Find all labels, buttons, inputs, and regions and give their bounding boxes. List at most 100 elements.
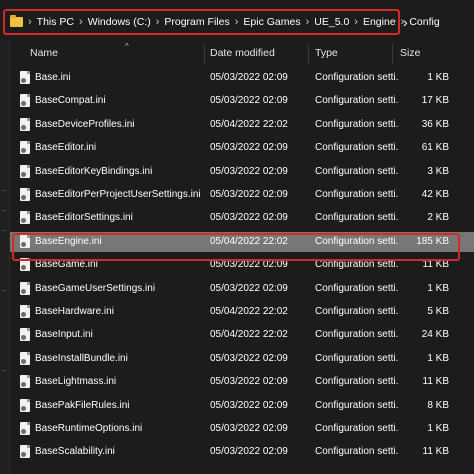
file-date-modified: 05/03/2022 02:09	[210, 352, 288, 364]
config-file-icon	[20, 305, 30, 318]
file-date-modified: 05/04/2022 22:02	[210, 118, 288, 130]
file-type: Configuration setti...	[315, 329, 399, 341]
column-header-row: Name ^ Date modified Type Size	[10, 42, 474, 64]
file-size: 24 KB	[421, 329, 449, 341]
column-divider[interactable]	[392, 44, 393, 64]
breadcrumb-item[interactable]: Config	[409, 15, 439, 29]
column-header-size[interactable]: Size	[400, 47, 420, 59]
column-header-type[interactable]: Type	[315, 47, 338, 59]
navigation-pane-edge	[0, 40, 10, 474]
address-bar[interactable]: › This PC › Windows (C:) › Program Files › Epic…	[0, 0, 474, 40]
file-row[interactable]: BasePakFileRules.ini 05/03/2022 02:09 Conf…	[10, 396, 474, 416]
config-file-icon	[20, 281, 30, 295]
file-name: BaseDeviceProfiles.ini	[35, 118, 135, 130]
file-size: 2 KB	[427, 212, 449, 224]
file-type: Configuration setti...	[315, 306, 399, 317]
file-date-modified: 05/03/2022 02:09	[210, 446, 288, 458]
file-date-modified: 05/04/2022 22:02	[210, 329, 288, 341]
gear-icon	[21, 452, 26, 458]
breadcrumb-expand-chevron-icon[interactable]: ›	[403, 14, 408, 30]
file-row[interactable]: BaseCompat.ini 05/03/2022 02:09 Configurat…	[10, 91, 474, 111]
gear-icon	[21, 358, 26, 364]
file-type: Configuration setti...	[315, 399, 399, 411]
gear-icon	[21, 101, 26, 107]
file-size: 42 KB	[421, 189, 449, 200]
file-type: Configuration setti...	[315, 446, 399, 458]
config-file-icon	[20, 398, 30, 412]
file-date-modified: 05/03/2022 02:09	[210, 282, 288, 294]
gear-icon	[21, 405, 26, 411]
config-file-icon	[20, 445, 30, 459]
gear-icon	[21, 195, 26, 200]
file-type: Configuration setti...	[315, 352, 399, 364]
file-type: Configuration setti...	[315, 165, 399, 177]
file-row[interactable]: BaseInput.ini 05/04/2022 22:02 Configurati…	[10, 325, 474, 345]
file-name: BaseInstallBundle.ini	[35, 352, 128, 364]
file-row[interactable]: BaseLightmass.ini 05/03/2022 02:09 Configu…	[10, 372, 474, 392]
gear-icon	[21, 78, 26, 83]
file-name: BaseInput.ini	[35, 329, 93, 341]
file-date-modified: 05/03/2022 02:09	[210, 376, 288, 388]
file-size: 1 KB	[427, 72, 449, 83]
file-size: 8 KB	[427, 399, 449, 411]
file-size: 5 KB	[427, 306, 449, 317]
column-header-name[interactable]: Name	[30, 47, 58, 59]
file-size: 61 KB	[421, 142, 449, 154]
file-date-modified: 05/03/2022 02:09	[210, 72, 288, 83]
file-type: Configuration setti...	[315, 95, 399, 107]
file-row[interactable]: BaseEditor.ini 05/03/2022 02:09 Configurat…	[10, 138, 474, 158]
file-row[interactable]: BaseRuntimeOptions.ini 05/03/2022 02:09 Co…	[10, 419, 474, 439]
column-divider[interactable]	[308, 44, 309, 64]
file-row[interactable]: BaseEditorPerProjectUserSettings.ini 05/0…	[10, 185, 474, 205]
file-type: Configuration setti...	[315, 189, 399, 200]
gear-icon	[21, 429, 26, 434]
file-row[interactable]: Base.ini 05/03/2022 02:09 Configuration se…	[10, 68, 474, 88]
gear-icon	[21, 265, 26, 271]
column-header-date[interactable]: Date modified	[210, 47, 275, 59]
file-date-modified: 05/03/2022 02:09	[210, 399, 288, 411]
file-size: 17 KB	[421, 95, 449, 107]
file-name: BaseEditorPerProjectUserSettings.ini	[35, 189, 201, 200]
file-date-modified: 05/03/2022 02:09	[210, 165, 288, 177]
file-size: 1 KB	[427, 352, 449, 364]
config-file-icon	[20, 188, 30, 201]
file-name: Base.ini	[35, 72, 71, 83]
file-size: 3 KB	[427, 165, 449, 177]
file-type: Configuration setti...	[315, 142, 399, 154]
file-row[interactable]: BaseInstallBundle.ini 05/03/2022 02:09 Con…	[10, 349, 474, 369]
file-name: BaseRuntimeOptions.ini	[35, 423, 143, 434]
file-type: Configuration setti...	[315, 423, 399, 434]
file-size: 11 KB	[422, 376, 450, 388]
gear-icon	[21, 148, 26, 154]
file-type: Configuration setti...	[315, 212, 399, 224]
gear-icon	[21, 124, 26, 130]
file-name: BaseHardware.ini	[35, 306, 114, 317]
file-row[interactable]: BaseDeviceProfiles.ini 05/04/2022 22:02 Co…	[10, 115, 474, 135]
address-bar-highlight	[3, 9, 400, 35]
nav-pane-marker	[1, 210, 6, 211]
nav-pane-marker	[1, 230, 6, 231]
gear-icon	[21, 288, 26, 294]
file-name: BasePakFileRules.ini	[35, 399, 130, 411]
selected-row-highlight	[12, 233, 460, 261]
file-size: 1 KB	[427, 423, 449, 434]
gear-icon	[21, 312, 26, 317]
file-type: Configuration setti...	[315, 376, 399, 388]
file-row[interactable]: BaseEditorSettings.ini 05/03/2022 02:09 Co…	[10, 208, 474, 228]
file-name: BaseEditorSettings.ini	[35, 212, 133, 224]
file-name: BaseCompat.ini	[35, 95, 106, 107]
file-row[interactable]: BaseGameUserSettings.ini 05/03/2022 02:09…	[10, 279, 474, 299]
file-date-modified: 05/03/2022 02:09	[210, 212, 288, 224]
file-size: 1 KB	[427, 282, 449, 294]
file-row[interactable]: BaseHardware.ini 05/04/2022 22:02 Configur…	[10, 302, 474, 322]
file-row[interactable]: BaseScalability.ini 05/03/2022 02:09 Confi…	[10, 442, 474, 462]
file-size: 11 KB	[422, 446, 450, 458]
config-file-icon	[20, 141, 30, 155]
file-date-modified: 05/04/2022 22:02	[210, 306, 288, 317]
column-divider[interactable]	[204, 44, 205, 64]
file-name: BaseLightmass.ini	[35, 376, 117, 388]
config-file-icon	[20, 375, 30, 389]
gear-icon	[21, 382, 26, 388]
file-type: Configuration setti...	[315, 72, 399, 83]
file-row[interactable]: BaseEditorKeyBindings.ini 05/03/2022 02:0…	[10, 162, 474, 182]
